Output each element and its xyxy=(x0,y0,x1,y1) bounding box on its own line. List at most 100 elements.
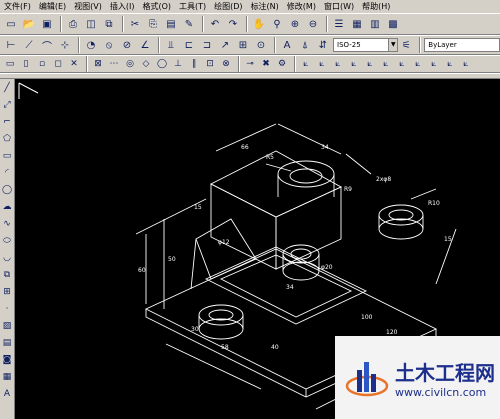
snap-apparent-icon[interactable]: ⊠ xyxy=(91,57,105,71)
menu-file[interactable]: 文件(F) xyxy=(0,0,35,13)
menu-help[interactable]: 帮助(H) xyxy=(358,0,394,13)
snap-endpoint-icon[interactable]: ▫ xyxy=(35,57,49,71)
copy-icon[interactable]: ⎘ xyxy=(145,16,161,32)
snap-insert-icon[interactable]: ⊡ xyxy=(203,57,217,71)
dim-edit-icon[interactable]: A xyxy=(279,37,295,53)
continue-dim-icon[interactable]: ⊐ xyxy=(199,37,215,53)
zoom-window-icon[interactable]: ⊕ xyxy=(287,16,303,32)
redo-icon[interactable]: ↷ xyxy=(225,16,241,32)
radius-dim-icon[interactable]: ◔ xyxy=(83,37,99,53)
revision-cloud-icon[interactable]: ☁ xyxy=(1,200,14,213)
ucs-world-icon[interactable]: ⟀ xyxy=(315,57,329,71)
region-icon[interactable]: ◙ xyxy=(1,353,14,366)
tool-palettes-icon[interactable]: ▥ xyxy=(367,16,383,32)
menu-edit[interactable]: 编辑(E) xyxy=(35,0,70,13)
menu-format[interactable]: 格式(O) xyxy=(138,0,175,13)
ellipse-arc-icon[interactable]: ◡ xyxy=(1,251,14,264)
arc-length-icon[interactable]: ⌒ xyxy=(39,37,55,53)
snap-nearest-icon[interactable]: ⊸ xyxy=(243,57,257,71)
menu-view[interactable]: 视图(V) xyxy=(70,0,106,13)
match-properties-icon[interactable]: ✎ xyxy=(181,16,197,32)
undo-icon[interactable]: ↶ xyxy=(207,16,223,32)
circle-icon[interactable]: ◯ xyxy=(1,183,14,196)
rectangle-icon[interactable]: ▭ xyxy=(1,149,14,162)
snap-extension-icon[interactable]: ⋯ xyxy=(107,57,121,71)
snap-tangent-icon[interactable]: ◯ xyxy=(155,57,169,71)
quick-dim-icon[interactable]: ⫫ xyxy=(163,37,179,53)
polygon-icon[interactable]: ⬠ xyxy=(1,132,14,145)
snap-parallel-icon[interactable]: ∥ xyxy=(187,57,201,71)
ucs-view-icon[interactable]: ⟀ xyxy=(379,57,393,71)
properties-icon[interactable]: ☰ xyxy=(331,16,347,32)
ucs-zaxis-icon[interactable]: ⟀ xyxy=(411,57,425,71)
polyline-icon[interactable]: ⌐ xyxy=(1,115,14,128)
baseline-dim-icon[interactable]: ⊏ xyxy=(181,37,197,53)
ordinate-icon[interactable]: ⊹ xyxy=(57,37,73,53)
point-icon[interactable]: · xyxy=(1,302,14,315)
jogged-dim-icon[interactable]: ⦸ xyxy=(101,37,117,53)
save-icon[interactable]: ▣ xyxy=(39,16,55,32)
publish-icon[interactable]: ⧉ xyxy=(101,16,117,32)
design-center-icon[interactable]: ▦ xyxy=(349,16,365,32)
menu-insert[interactable]: 插入(I) xyxy=(106,0,139,13)
mtext-icon[interactable]: A xyxy=(1,387,14,400)
center-mark-icon[interactable]: ⊙ xyxy=(253,37,269,53)
dim-text-edit-icon[interactable]: ⍋ xyxy=(297,37,313,53)
pan-icon[interactable]: ✋ xyxy=(251,16,267,32)
print-icon[interactable]: ⎙ xyxy=(65,16,81,32)
zoom-realtime-icon[interactable]: ⚲ xyxy=(269,16,285,32)
snap-none-icon[interactable]: ✖ xyxy=(259,57,273,71)
snap-from-icon[interactable]: ▯ xyxy=(19,57,33,71)
ucs-origin-icon[interactable]: ⟀ xyxy=(395,57,409,71)
zoom-previous-icon[interactable]: ⊖ xyxy=(305,16,321,32)
snap-quadrant-icon[interactable]: ◇ xyxy=(139,57,153,71)
snap-midpoint-icon[interactable]: ◻ xyxy=(51,57,65,71)
paste-icon[interactable]: ▤ xyxy=(163,16,179,32)
dim-label: 66 xyxy=(241,144,249,151)
line-icon[interactable]: ╱ xyxy=(1,81,14,94)
snap-perpendicular-icon[interactable]: ⊥ xyxy=(171,57,185,71)
table-icon[interactable]: ▦ xyxy=(1,370,14,383)
ucs-previous-icon[interactable]: ⟀ xyxy=(331,57,345,71)
open-file-icon[interactable]: 📂 xyxy=(21,16,37,32)
dimstyle-select[interactable]: ISO-25 ▼ xyxy=(333,38,399,52)
ucs-object-icon[interactable]: ⟀ xyxy=(363,57,377,71)
new-file-icon[interactable]: ▭ xyxy=(3,16,19,32)
make-block-icon[interactable]: ⊞ xyxy=(1,285,14,298)
menu-draw[interactable]: 绘图(D) xyxy=(210,0,246,13)
osnap-settings-icon[interactable]: ⚙ xyxy=(275,57,289,71)
angular-dim-icon[interactable]: ∠ xyxy=(137,37,153,53)
ellipse-icon[interactable]: ⬭ xyxy=(1,234,14,247)
dim-update-icon[interactable]: ⇵ xyxy=(315,37,331,53)
ucs-3point-icon[interactable]: ⟀ xyxy=(427,57,441,71)
leader-icon[interactable]: ↗ xyxy=(217,37,233,53)
tolerance-icon[interactable]: ⊞ xyxy=(235,37,251,53)
menu-tools[interactable]: 工具(T) xyxy=(175,0,210,13)
ucs-y-icon[interactable]: ⟀ xyxy=(459,57,473,71)
menu-dimension[interactable]: 标注(N) xyxy=(247,0,283,13)
ucs-face-icon[interactable]: ⟀ xyxy=(347,57,361,71)
calculator-icon[interactable]: ▩ xyxy=(385,16,401,32)
snap-node-icon[interactable]: ⊗ xyxy=(219,57,233,71)
linear-dim-icon[interactable]: ⊢ xyxy=(3,37,19,53)
dim-label: 50 xyxy=(168,256,176,263)
snap-center-icon[interactable]: ◎ xyxy=(123,57,137,71)
gradient-icon[interactable]: ▤ xyxy=(1,336,14,349)
temp-track-icon[interactable]: ▭ xyxy=(3,57,17,71)
arc-icon[interactable]: ◜ xyxy=(1,166,14,179)
spline-icon[interactable]: ∿ xyxy=(1,217,14,230)
aligned-dim-icon[interactable]: ⟋ xyxy=(21,37,37,53)
ucs-x-icon[interactable]: ⟀ xyxy=(443,57,457,71)
layer-select[interactable]: ByLayer xyxy=(424,38,500,52)
dim-style-icon[interactable]: ⚟ xyxy=(398,37,414,53)
hatch-icon[interactable]: ▨ xyxy=(1,319,14,332)
construction-line-icon[interactable]: ⤢ xyxy=(1,98,14,111)
insert-block-icon[interactable]: ⧉ xyxy=(1,268,14,281)
diameter-dim-icon[interactable]: ⊘ xyxy=(119,37,135,53)
snap-intersect-icon[interactable]: ✕ xyxy=(67,57,81,71)
ucs-icon[interactable]: ⟀ xyxy=(299,57,313,71)
menu-window[interactable]: 窗口(W) xyxy=(320,0,358,13)
preview-icon[interactable]: ◫ xyxy=(83,16,99,32)
menu-modify[interactable]: 修改(M) xyxy=(283,0,320,13)
cut-icon[interactable]: ✂ xyxy=(127,16,143,32)
